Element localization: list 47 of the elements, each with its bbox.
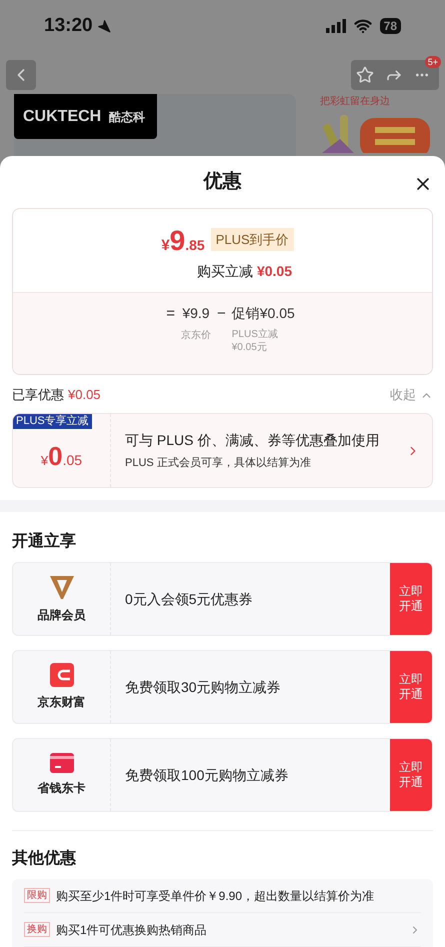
wifi-icon [354,17,372,35]
offer-tag: 换购 [24,922,50,937]
wallet-icon [50,663,74,687]
back-button[interactable] [6,60,36,90]
jd-price: ¥9.9 [182,304,210,323]
notification-badge: 5+ [424,56,441,68]
plus-discount-card[interactable]: PLUS专享立减 ¥0.05 可与 PLUS 价、满减、券等优惠叠加使用 PLUS 正式会员可享，具体以结算为准 [12,413,433,488]
equals-sign: = [166,304,175,324]
membership-name: 省钱东卡 [38,780,86,797]
battery-indicator: 78 [380,18,401,34]
reduction-value: ¥0.05 [256,262,292,281]
favorite-icon[interactable] [356,66,374,84]
plus-discount-note: PLUS 正式会员可享，具体以结算为准 [125,456,312,471]
activate-button[interactable]: 立即 开通 [390,739,432,811]
section-title: 开通立享 [11,531,77,552]
v-logo-icon [48,574,74,600]
banner-slogan: 把彩虹留在身边 [320,94,391,109]
plus-discount-amount: ¥0.05 [40,442,82,468]
section-title: 其他优惠 [11,848,77,869]
location-icon [96,19,111,33]
offer-tag: 限购 [24,888,50,903]
activate-button[interactable]: 立即 开通 [390,563,432,635]
offer-text: 购买1件可优惠换购热销商品 [56,922,208,938]
plus-discount-title: 可与 PLUS 价、满减、券等优惠叠加使用 [125,430,380,450]
enjoyed-label: 已享优惠 [12,386,64,404]
promo-discount: 促销¥0.05 [232,304,295,323]
card-icon [50,753,74,773]
signal-icon [326,19,346,33]
collapse-button[interactable]: 收起 [390,385,433,405]
final-price: ¥9.85 [161,227,205,255]
membership-offer: 免费领取30元购物立减券 [124,678,282,696]
plus-ribbon: PLUS专享立减 [13,414,92,429]
jd-price-label: 京东价 [180,328,211,343]
membership-offer: 免费领取100元购物立减券 [124,766,290,784]
offer-text: 购买至少1件时可享受单件价￥9.90，超出数量以结算价为准 [56,888,376,904]
minus-sign: − [216,304,226,324]
activate-button[interactable]: 立即 开通 [390,651,432,723]
brand-logo: CUKTECH 酷态科 [14,94,157,139]
status-time: 13:20 [44,14,93,38]
membership-name: 京东财富 [38,694,86,711]
sheet-title: 优惠 [204,170,242,194]
plus-price-tag: PLUS到手价 [210,228,294,251]
membership-offer: 0元入会领5元优惠券 [124,590,254,608]
reduction-label: 购买立减 [196,262,253,281]
promo-detail: PLUS立减 ¥0.05元 [232,328,279,354]
membership-name: 品牌会员 [38,607,86,624]
enjoyed-value: ¥0.05 [68,386,101,404]
